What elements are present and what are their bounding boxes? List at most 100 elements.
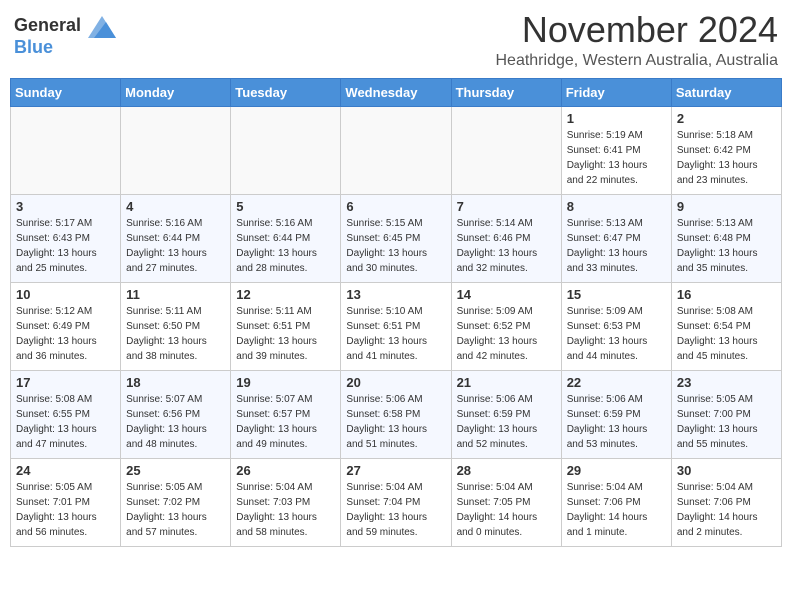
day-number: 11 <box>126 287 225 302</box>
calendar-header-row: SundayMondayTuesdayWednesdayThursdayFrid… <box>11 78 782 106</box>
day-info: Sunrise: 5:07 AM Sunset: 6:57 PM Dayligh… <box>236 392 335 452</box>
day-number: 25 <box>126 463 225 478</box>
day-number: 18 <box>126 375 225 390</box>
day-number: 1 <box>567 111 666 126</box>
day-number: 21 <box>457 375 556 390</box>
logo-blue-text: Blue <box>14 38 53 56</box>
title-section: November 2024 Heathridge, Western Austra… <box>495 10 778 70</box>
logo-icon <box>88 16 116 38</box>
calendar-cell: 6 Sunrise: 5:15 AM Sunset: 6:45 PM Daylig… <box>341 194 451 282</box>
calendar-cell: 16 Sunrise: 5:08 AM Sunset: 6:54 PM Dayli… <box>671 282 781 370</box>
calendar-cell: 29Sunrise: 5:04 AM Sunset: 7:06 PM Dayli… <box>561 458 671 546</box>
day-info: Sunrise: 5:08 AM Sunset: 6:54 PM Dayligh… <box>677 304 776 364</box>
calendar-cell: 22Sunrise: 5:06 AM Sunset: 6:59 PM Dayli… <box>561 370 671 458</box>
day-info: Sunrise: 5:06 AM Sunset: 6:58 PM Dayligh… <box>346 392 445 452</box>
calendar-week-row: 3 Sunrise: 5:17 AM Sunset: 6:43 PM Daylig… <box>11 194 782 282</box>
day-number: 22 <box>567 375 666 390</box>
day-info: Sunrise: 5:09 AM Sunset: 6:52 PM Dayligh… <box>457 304 556 364</box>
day-number: 24 <box>16 463 115 478</box>
day-info: Sunrise: 5:11 AM Sunset: 6:51 PM Dayligh… <box>236 304 335 364</box>
calendar-cell: 12 Sunrise: 5:11 AM Sunset: 6:51 PM Dayli… <box>231 282 341 370</box>
calendar-cell: 24 Sunrise: 5:05 AM Sunset: 7:01 PM Dayli… <box>11 458 121 546</box>
day-info: Sunrise: 5:16 AM Sunset: 6:44 PM Dayligh… <box>236 216 335 276</box>
calendar-cell: 20 Sunrise: 5:06 AM Sunset: 6:58 PM Dayli… <box>341 370 451 458</box>
calendar-cell <box>451 106 561 194</box>
day-number: 17 <box>16 375 115 390</box>
day-info: Sunrise: 5:05 AM Sunset: 7:01 PM Dayligh… <box>16 480 115 540</box>
day-info: Sunrise: 5:15 AM Sunset: 6:45 PM Dayligh… <box>346 216 445 276</box>
logo: General Blue <box>14 16 116 56</box>
calendar-cell: 3 Sunrise: 5:17 AM Sunset: 6:43 PM Daylig… <box>11 194 121 282</box>
calendar-week-row: 17 Sunrise: 5:08 AM Sunset: 6:55 PM Dayli… <box>11 370 782 458</box>
month-title: November 2024 <box>495 10 778 50</box>
day-info: Sunrise: 5:16 AM Sunset: 6:44 PM Dayligh… <box>126 216 225 276</box>
page-header: General Blue November 2024 Heathridge, W… <box>10 10 782 70</box>
calendar-cell: 15 Sunrise: 5:09 AM Sunset: 6:53 PM Dayli… <box>561 282 671 370</box>
calendar-cell <box>121 106 231 194</box>
calendar-cell: 5 Sunrise: 5:16 AM Sunset: 6:44 PM Daylig… <box>231 194 341 282</box>
calendar-week-row: 1 Sunrise: 5:19 AM Sunset: 6:41 PM Daylig… <box>11 106 782 194</box>
calendar-cell: 18Sunrise: 5:07 AM Sunset: 6:56 PM Dayli… <box>121 370 231 458</box>
day-number: 16 <box>677 287 776 302</box>
calendar-cell: 27Sunrise: 5:04 AM Sunset: 7:04 PM Dayli… <box>341 458 451 546</box>
calendar-cell: 1 Sunrise: 5:19 AM Sunset: 6:41 PM Daylig… <box>561 106 671 194</box>
day-number: 29 <box>567 463 666 478</box>
day-number: 5 <box>236 199 335 214</box>
calendar-cell: 13 Sunrise: 5:10 AM Sunset: 6:51 PM Dayli… <box>341 282 451 370</box>
weekday-header-friday: Friday <box>561 78 671 106</box>
day-number: 19 <box>236 375 335 390</box>
day-number: 2 <box>677 111 776 126</box>
calendar-cell: 17 Sunrise: 5:08 AM Sunset: 6:55 PM Dayli… <box>11 370 121 458</box>
day-number: 13 <box>346 287 445 302</box>
day-number: 14 <box>457 287 556 302</box>
calendar-cell: 2 Sunrise: 5:18 AM Sunset: 6:42 PM Daylig… <box>671 106 781 194</box>
day-number: 8 <box>567 199 666 214</box>
day-number: 30 <box>677 463 776 478</box>
day-number: 28 <box>457 463 556 478</box>
calendar-cell: 30 Sunrise: 5:04 AM Sunset: 7:06 PM Dayli… <box>671 458 781 546</box>
calendar-cell: 19 Sunrise: 5:07 AM Sunset: 6:57 PM Dayli… <box>231 370 341 458</box>
day-info: Sunrise: 5:19 AM Sunset: 6:41 PM Dayligh… <box>567 128 666 188</box>
day-info: Sunrise: 5:13 AM Sunset: 6:47 PM Dayligh… <box>567 216 666 276</box>
day-number: 10 <box>16 287 115 302</box>
calendar-cell: 28Sunrise: 5:04 AM Sunset: 7:05 PM Dayli… <box>451 458 561 546</box>
calendar-cell: 9Sunrise: 5:13 AM Sunset: 6:48 PM Daylig… <box>671 194 781 282</box>
calendar-cell: 26 Sunrise: 5:04 AM Sunset: 7:03 PM Dayli… <box>231 458 341 546</box>
day-number: 15 <box>567 287 666 302</box>
day-number: 26 <box>236 463 335 478</box>
day-number: 7 <box>457 199 556 214</box>
day-info: Sunrise: 5:10 AM Sunset: 6:51 PM Dayligh… <box>346 304 445 364</box>
calendar-cell: 11 Sunrise: 5:11 AM Sunset: 6:50 PM Dayli… <box>121 282 231 370</box>
day-info: Sunrise: 5:04 AM Sunset: 7:04 PM Dayligh… <box>346 480 445 540</box>
calendar-cell <box>231 106 341 194</box>
day-number: 12 <box>236 287 335 302</box>
day-info: Sunrise: 5:04 AM Sunset: 7:03 PM Dayligh… <box>236 480 335 540</box>
day-info: Sunrise: 5:13 AM Sunset: 6:48 PM Dayligh… <box>677 216 776 276</box>
day-number: 4 <box>126 199 225 214</box>
weekday-header-tuesday: Tuesday <box>231 78 341 106</box>
day-info: Sunrise: 5:06 AM Sunset: 6:59 PM Dayligh… <box>457 392 556 452</box>
day-info: Sunrise: 5:09 AM Sunset: 6:53 PM Dayligh… <box>567 304 666 364</box>
weekday-header-wednesday: Wednesday <box>341 78 451 106</box>
day-info: Sunrise: 5:17 AM Sunset: 6:43 PM Dayligh… <box>16 216 115 276</box>
calendar-cell: 7 Sunrise: 5:14 AM Sunset: 6:46 PM Daylig… <box>451 194 561 282</box>
day-info: Sunrise: 5:08 AM Sunset: 6:55 PM Dayligh… <box>16 392 115 452</box>
day-info: Sunrise: 5:05 AM Sunset: 7:02 PM Dayligh… <box>126 480 225 540</box>
weekday-header-saturday: Saturday <box>671 78 781 106</box>
day-number: 20 <box>346 375 445 390</box>
calendar-cell: 4 Sunrise: 5:16 AM Sunset: 6:44 PM Daylig… <box>121 194 231 282</box>
day-number: 6 <box>346 199 445 214</box>
calendar-week-row: 10Sunrise: 5:12 AM Sunset: 6:49 PM Dayli… <box>11 282 782 370</box>
weekday-header-sunday: Sunday <box>11 78 121 106</box>
day-info: Sunrise: 5:05 AM Sunset: 7:00 PM Dayligh… <box>677 392 776 452</box>
weekday-header-thursday: Thursday <box>451 78 561 106</box>
calendar-week-row: 24 Sunrise: 5:05 AM Sunset: 7:01 PM Dayli… <box>11 458 782 546</box>
logo-general-text: General <box>14 15 81 35</box>
weekday-header-monday: Monday <box>121 78 231 106</box>
day-info: Sunrise: 5:18 AM Sunset: 6:42 PM Dayligh… <box>677 128 776 188</box>
day-info: Sunrise: 5:14 AM Sunset: 6:46 PM Dayligh… <box>457 216 556 276</box>
day-info: Sunrise: 5:11 AM Sunset: 6:50 PM Dayligh… <box>126 304 225 364</box>
day-number: 3 <box>16 199 115 214</box>
day-info: Sunrise: 5:04 AM Sunset: 7:06 PM Dayligh… <box>677 480 776 540</box>
calendar-cell: 8 Sunrise: 5:13 AM Sunset: 6:47 PM Daylig… <box>561 194 671 282</box>
